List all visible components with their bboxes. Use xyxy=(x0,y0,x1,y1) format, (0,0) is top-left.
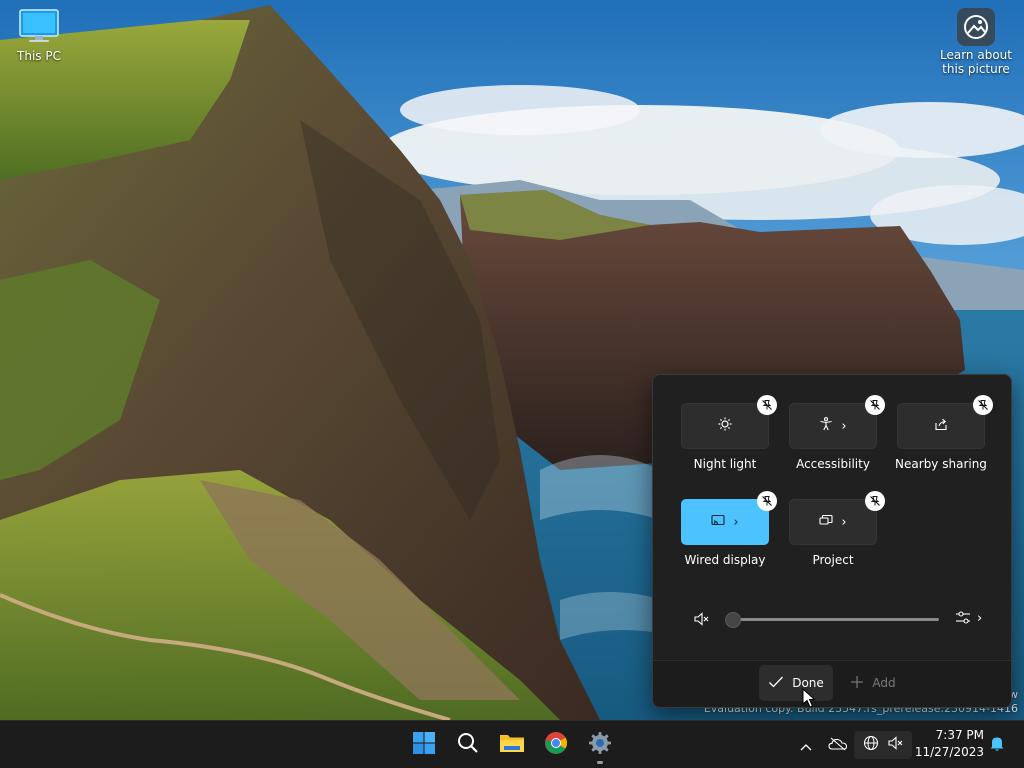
project-toggle[interactable]: › xyxy=(789,499,877,545)
network-globe-icon xyxy=(863,735,879,755)
file-explorer-icon xyxy=(499,732,525,758)
night-light-icon xyxy=(718,417,732,435)
desktop-icon-learn-about-picture[interactable]: Learn about this picture xyxy=(936,8,1016,76)
unpin-icon xyxy=(761,396,773,415)
accessibility-toggle[interactable]: › xyxy=(789,403,877,449)
mouse-cursor xyxy=(802,687,816,712)
chevron-up-icon xyxy=(800,736,812,755)
onedrive-tray-button[interactable] xyxy=(826,731,850,759)
unpin-icon xyxy=(977,396,989,415)
chrome-icon xyxy=(544,731,568,759)
unpin-button[interactable] xyxy=(865,491,885,511)
notification-bell-icon xyxy=(989,735,1005,756)
settings-gear-icon xyxy=(588,731,612,759)
file-explorer-button[interactable] xyxy=(492,725,532,765)
chevron-right-icon[interactable]: › xyxy=(841,516,846,529)
unpin-button[interactable] xyxy=(757,395,777,415)
volume-row: › xyxy=(689,607,989,631)
tile-label: Accessibility xyxy=(796,457,870,471)
volume-muted-icon[interactable] xyxy=(693,611,709,631)
unpin-icon xyxy=(869,396,881,415)
unpin-icon xyxy=(761,492,773,511)
desktop-icon-label: Learn about this picture xyxy=(940,48,1012,76)
clock-time: 7:37 PM xyxy=(935,728,984,742)
unpin-button[interactable] xyxy=(973,395,993,415)
volume-slider-thumb[interactable] xyxy=(725,612,741,628)
accessibility-icon xyxy=(819,417,833,435)
chrome-button[interactable] xyxy=(536,725,576,765)
unpin-icon xyxy=(869,492,881,511)
start-button[interactable] xyxy=(404,725,444,765)
taskbar: 7:37 PM 11/27/2023 xyxy=(0,720,1024,768)
unpin-button[interactable] xyxy=(865,395,885,415)
windows-start-icon xyxy=(412,731,436,759)
tile-accessibility: › Accessibility xyxy=(789,395,885,471)
chevron-right-icon[interactable]: › xyxy=(841,420,846,433)
volume-muted-icon xyxy=(887,735,903,755)
network-volume-button[interactable] xyxy=(854,731,912,759)
wired-display-toggle[interactable]: › xyxy=(681,499,769,545)
checkmark-icon xyxy=(768,675,784,692)
nearby-sharing-toggle[interactable] xyxy=(897,403,985,449)
tile-label: Wired display xyxy=(684,553,766,567)
tile-label: Night light xyxy=(693,457,757,471)
done-button[interactable]: Done xyxy=(759,665,833,701)
onedrive-offline-icon xyxy=(828,736,848,755)
taskbar-clock[interactable]: 7:37 PM 11/27/2023 xyxy=(912,727,984,761)
desktop-icon-this-pc[interactable]: This PC xyxy=(8,8,70,63)
night-light-toggle[interactable] xyxy=(681,403,769,449)
tile-wired-display: › Wired display xyxy=(681,491,777,567)
tile-night-light: Night light xyxy=(681,395,777,471)
project-icon xyxy=(819,513,833,531)
clock-date: 11/27/2023 xyxy=(914,745,984,759)
tile-label: Nearby sharing xyxy=(895,457,987,471)
search-button[interactable] xyxy=(448,725,488,765)
add-label: Add xyxy=(872,676,896,690)
quick-settings-footer: Done Add xyxy=(653,660,1011,707)
show-hidden-icons-button[interactable] xyxy=(796,731,816,759)
this-pc-icon xyxy=(17,8,61,47)
unpin-button[interactable] xyxy=(757,491,777,511)
nearby-sharing-icon xyxy=(934,417,948,435)
search-icon xyxy=(457,732,479,758)
desktop-icon-label: This PC xyxy=(17,49,61,63)
notification-center-button[interactable] xyxy=(986,731,1008,759)
quick-settings-panel: Night light › Accessibility Nearby shari… xyxy=(652,374,1012,708)
plus-icon xyxy=(850,675,864,692)
tile-project: › Project xyxy=(789,491,885,567)
volume-slider-track[interactable] xyxy=(731,618,939,621)
chevron-right-icon[interactable]: › xyxy=(733,516,738,529)
cast-icon xyxy=(711,513,725,531)
settings-button[interactable] xyxy=(580,725,620,765)
audio-output-settings-icon[interactable]: › xyxy=(955,610,982,626)
learn-picture-icon xyxy=(957,8,995,46)
add-button[interactable]: Add xyxy=(845,665,901,701)
tile-label: Project xyxy=(812,553,854,567)
chevron-right-icon: › xyxy=(977,610,983,626)
tile-nearby-sharing: Nearby sharing xyxy=(895,395,993,471)
